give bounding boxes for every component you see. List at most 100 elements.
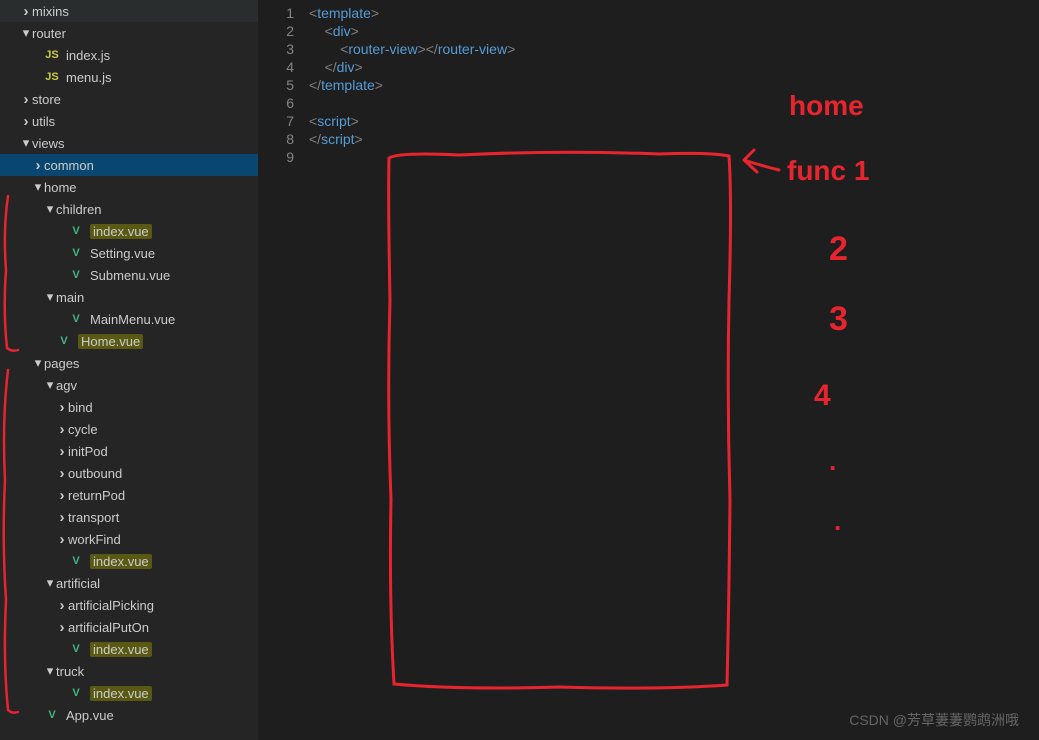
tree-item-index-vue[interactable]: Vindex.vue [0,682,258,704]
watermark-text: CSDN @芳草萋萋鹦鹉洲哦 [849,710,1019,730]
code-line-7[interactable]: <script> [309,112,1039,130]
chevron-down-icon[interactable] [20,25,32,41]
code-line-4[interactable]: </div> [309,58,1039,76]
chevron-right-icon[interactable] [56,399,68,416]
vue-file-icon: V [68,685,84,701]
line-number: 5 [259,76,294,94]
tree-item-label: returnPod [68,488,125,503]
tree-item-label: initPod [68,444,108,459]
chevron-down-icon[interactable] [44,377,56,393]
tree-item-label: menu.js [66,70,112,85]
line-number: 8 [259,130,294,148]
tree-item-label: mixins [32,4,69,19]
tree-item-label: children [56,202,102,217]
tree-item-label: views [32,136,65,151]
tree-item-app-vue[interactable]: V App.vue [0,704,258,726]
tree-item-label: router [32,26,66,41]
tree-item-agv[interactable]: agv [0,374,258,396]
tree-item-label: common [44,158,94,173]
code-line-8[interactable]: </script> [309,130,1039,148]
line-number-gutter: 123456789 [259,0,309,740]
tree-item-children[interactable]: children [0,198,258,220]
tree-item-submenu-vue[interactable]: VSubmenu.vue [0,264,258,286]
tree-item-cycle[interactable]: cycle [0,418,258,440]
chevron-down-icon[interactable] [44,575,56,591]
tree-item-truck[interactable]: truck [0,660,258,682]
tree-item-views[interactable]: views [0,132,258,154]
tree-item-label: artificial [56,576,100,591]
chevron-right-icon[interactable] [20,91,32,108]
tree-item-main[interactable]: main [0,286,258,308]
code-line-3[interactable]: <router-view></router-view> [309,40,1039,58]
tree-item-menu-js[interactable]: JSmenu.js [0,66,258,88]
chevron-right-icon[interactable] [56,465,68,482]
tree-item-index-vue[interactable]: Vindex.vue [0,550,258,572]
tree-item-mainmenu-vue[interactable]: VMainMenu.vue [0,308,258,330]
tree-item-transport[interactable]: transport [0,506,258,528]
tree-item-index-vue[interactable]: Vindex.vue [0,638,258,660]
vue-file-icon: V [44,707,60,723]
tree-item-label: outbound [68,466,122,481]
code-line-6[interactable] [309,94,1039,112]
vue-file-icon: V [68,223,84,239]
line-number: 4 [259,58,294,76]
chevron-right-icon[interactable] [56,443,68,460]
tree-item-outbound[interactable]: outbound [0,462,258,484]
tree-item-label: pages [44,356,79,371]
tree-item-home-vue[interactable]: V Home.vue [0,330,258,352]
tree-item-returnpod[interactable]: returnPod [0,484,258,506]
chevron-down-icon[interactable] [44,663,56,679]
tree-item-label: bind [68,400,93,415]
code-line-5[interactable]: </template> [309,76,1039,94]
tree-item-label: Submenu.vue [90,268,170,283]
code-line-2[interactable]: <div> [309,22,1039,40]
tree-item-label: store [32,92,61,107]
code-content[interactable]: <template> <div> <router-view></router-v… [309,0,1039,740]
chevron-right-icon[interactable] [56,509,68,526]
line-number: 6 [259,94,294,112]
tree-item-label: truck [56,664,84,679]
tree-item-initpod[interactable]: initPod [0,440,258,462]
tree-item-index-js[interactable]: JSindex.js [0,44,258,66]
tree-item-workfind[interactable]: workFind [0,528,258,550]
tree-item-common[interactable]: common [0,154,258,176]
code-line-9[interactable] [309,148,1039,166]
tree-item-artificial[interactable]: artificial [0,572,258,594]
tree-item-artificialpicking[interactable]: artificialPicking [0,594,258,616]
tree-item-router[interactable]: router [0,22,258,44]
chevron-right-icon[interactable] [32,157,44,174]
tree-item-label: App.vue [66,708,114,723]
tree-item-index-vue[interactable]: Vindex.vue [0,220,258,242]
line-number: 2 [259,22,294,40]
tree-item-utils[interactable]: utils [0,110,258,132]
tree-item-label: index.js [66,48,110,63]
tree-item-bind[interactable]: bind [0,396,258,418]
chevron-right-icon[interactable] [20,113,32,130]
chevron-down-icon[interactable] [44,201,56,217]
vue-file-icon: V [56,333,72,349]
chevron-right-icon[interactable] [56,531,68,548]
tree-item-home[interactable]: home [0,176,258,198]
tree-item-label: artificialPutOn [68,620,149,635]
chevron-down-icon[interactable] [20,135,32,151]
tree-item-pages[interactable]: pages [0,352,258,374]
file-explorer-sidebar[interactable]: mixins router JSindex.jsJSmenu.js store util… [0,0,259,740]
chevron-right-icon[interactable] [56,421,68,438]
chevron-right-icon[interactable] [56,619,68,636]
tree-item-artificialputon[interactable]: artificialPutOn [0,616,258,638]
tree-item-label: index.vue [90,686,152,701]
tree-item-label: artificialPicking [68,598,154,613]
code-editor[interactable]: 123456789 <template> <div> <router-view>… [259,0,1039,740]
line-number: 3 [259,40,294,58]
chevron-right-icon[interactable] [56,597,68,614]
chevron-down-icon[interactable] [32,179,44,195]
tree-item-label: Home.vue [78,334,143,349]
tree-item-mixins[interactable]: mixins [0,0,258,22]
chevron-down-icon[interactable] [44,289,56,305]
tree-item-store[interactable]: store [0,88,258,110]
tree-item-setting-vue[interactable]: VSetting.vue [0,242,258,264]
chevron-down-icon[interactable] [32,355,44,371]
chevron-right-icon[interactable] [20,3,32,20]
code-line-1[interactable]: <template> [309,4,1039,22]
chevron-right-icon[interactable] [56,487,68,504]
